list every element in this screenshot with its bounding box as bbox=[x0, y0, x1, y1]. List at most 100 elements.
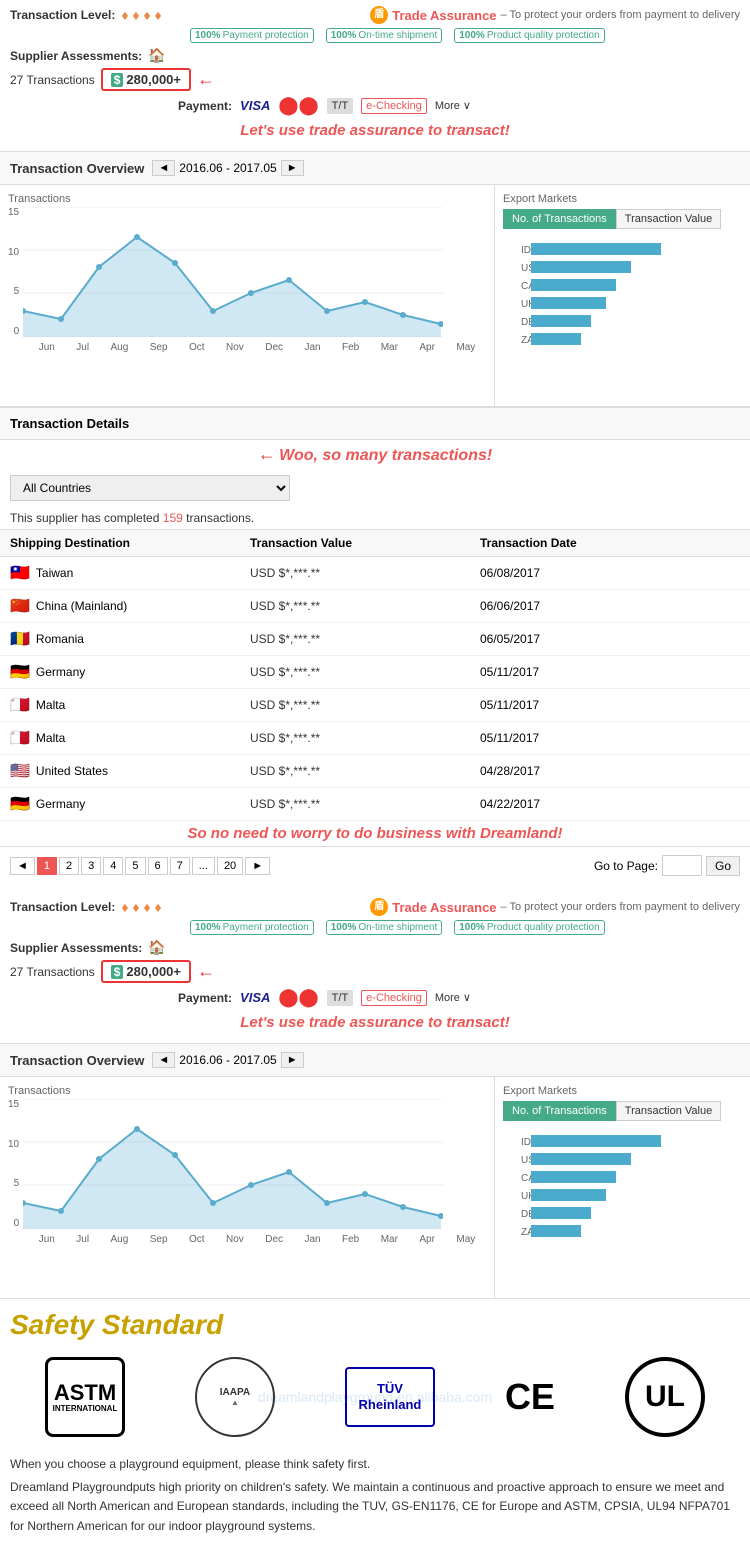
tab-no-transactions[interactable]: No. of Transactions bbox=[503, 209, 616, 229]
amount-badge: $ 280,000+ bbox=[101, 68, 191, 91]
quality-protection-badge-b: 100% Product quality protection bbox=[454, 920, 604, 935]
chart-tabs[interactable]: No. of Transactions Transaction Value bbox=[503, 209, 742, 229]
payment-protection-badge-b: 100% Payment protection bbox=[190, 920, 314, 935]
country-select[interactable]: All Countries bbox=[10, 475, 290, 501]
transaction-value: USD $*,***.** bbox=[250, 566, 480, 580]
country-name: Romania bbox=[36, 632, 84, 646]
diamond-icons-bottom: ♦ ♦ ♦ ♦ bbox=[121, 899, 161, 915]
date-nav-bottom[interactable]: ◄ 2016.06 - 2017.05 ► bbox=[152, 1052, 303, 1068]
transaction-value: USD $*,***.** bbox=[250, 764, 480, 778]
diamond-icons: ♦ ♦ ♦ ♦ bbox=[121, 7, 161, 23]
transaction-value: USD $*,***.** bbox=[250, 731, 480, 745]
page-6-btn[interactable]: 6 bbox=[148, 857, 168, 875]
more-payment-btn[interactable]: More ∨ bbox=[435, 99, 471, 112]
next-date-btn[interactable]: ► bbox=[281, 160, 304, 176]
goto-btn[interactable]: Go bbox=[706, 856, 740, 876]
page-20-btn[interactable]: 20 bbox=[217, 857, 243, 875]
promo-text-top: Let's use trade assurance to transact! bbox=[10, 122, 740, 139]
overview-title-bottom: Transaction Overview bbox=[10, 1053, 144, 1068]
transactions-count-row: 27 Transactions $ 280,000+ ← bbox=[10, 68, 740, 91]
home-icon-bottom: 🏠 bbox=[148, 939, 165, 956]
page-buttons[interactable]: ◄ 1 2 3 4 5 6 7 ... 20 ► bbox=[10, 857, 270, 875]
trade-assurance-label: Trade Assurance bbox=[392, 8, 496, 23]
tab-transaction-value-bottom[interactable]: Transaction Value bbox=[616, 1101, 721, 1121]
page-7-btn[interactable]: 7 bbox=[170, 857, 190, 875]
transaction-overview-bottom: Transaction Overview ◄ 2016.06 - 2017.05… bbox=[0, 1044, 750, 1299]
page-2-btn[interactable]: 2 bbox=[59, 857, 79, 875]
transactions-count-label-bottom: 27 Transactions bbox=[10, 965, 95, 979]
table-row: 🇩🇪Germany USD $*,***.** 05/11/2017 bbox=[0, 656, 750, 689]
pagination[interactable]: ◄ 1 2 3 4 5 6 7 ... 20 ► Go to Page: Go bbox=[0, 846, 750, 884]
country-name: Malta bbox=[36, 698, 65, 712]
bar-chart-svg-bottom: ID US CA UK DE ZA bbox=[503, 1127, 703, 1287]
table-row: 🇹🇼Taiwan USD $*,***.** 06/08/2017 bbox=[0, 557, 750, 590]
tt-payment: T/T bbox=[327, 98, 354, 114]
quality-protection-badge: 100% Product quality protection bbox=[454, 28, 604, 43]
supplier-assessments-label-bottom: Supplier Assessments: bbox=[10, 941, 142, 955]
ul-logo: UL bbox=[625, 1357, 705, 1437]
safety-text: When you choose a playground equipment, … bbox=[0, 1447, 750, 1548]
page-3-btn[interactable]: 3 bbox=[81, 857, 101, 875]
line-chart-svg-bottom bbox=[23, 1099, 443, 1229]
transactions-info: This supplier has completed 159 transact… bbox=[0, 507, 750, 529]
prev-page-btn[interactable]: ◄ bbox=[10, 857, 35, 875]
table-row: 🇨🇳China (Mainland) USD $*,***.** 06/06/2… bbox=[0, 590, 750, 623]
chart-tabs-bottom[interactable]: No. of Transactions Transaction Value bbox=[503, 1101, 742, 1121]
transactions-count-link[interactable]: 159 bbox=[163, 511, 183, 525]
tab-transaction-value[interactable]: Transaction Value bbox=[616, 209, 721, 229]
country-name: Malta bbox=[36, 731, 65, 745]
x-axis-labels: JunJulAugSepOctNovDecJanFebMarAprMay bbox=[8, 342, 486, 353]
export-markets-label-bottom: Export Markets bbox=[503, 1085, 742, 1097]
payment-protection-badge: 100% Payment protection bbox=[190, 28, 314, 43]
transaction-date: 06/06/2017 bbox=[480, 599, 710, 613]
export-markets-label: Export Markets bbox=[503, 193, 742, 205]
transaction-level-label-bottom: Transaction Level: bbox=[10, 900, 115, 914]
supplier-assessments-row: Supplier Assessments: 🏠 bbox=[10, 47, 740, 64]
completed-text: This supplier has completed bbox=[10, 511, 159, 525]
flag-icon: 🇩🇪 bbox=[10, 794, 30, 814]
goto-label: Go to Page: bbox=[594, 859, 658, 873]
page-1-btn[interactable]: 1 bbox=[37, 857, 57, 875]
dollar-icon-bottom: $ bbox=[111, 965, 124, 979]
chart-body-bottom bbox=[23, 1099, 486, 1232]
arrow-left-icon-bottom: ← bbox=[197, 961, 215, 982]
woo-arrow: ← Woo, so many transactions! bbox=[0, 440, 750, 469]
table-row: 🇲🇹Malta USD $*,***.** 05/11/2017 bbox=[0, 689, 750, 722]
visa-icon-bottom: VISA bbox=[240, 990, 270, 1005]
filter-row[interactable]: All Countries bbox=[0, 469, 750, 507]
seller-support: 盾 Trade Assurance – To protect your orde… bbox=[370, 6, 740, 24]
transaction-date: 04/22/2017 bbox=[480, 797, 710, 811]
iaapa-logo: IAAPA ▲ bbox=[195, 1357, 275, 1437]
tt-payment-bottom: T/T bbox=[327, 990, 354, 1006]
safety-text-1: When you choose a playground equipment, … bbox=[10, 1455, 740, 1474]
supplier-assessments-row-bottom: Supplier Assessments: 🏠 bbox=[10, 939, 740, 956]
arrow-left-icon: ← bbox=[197, 69, 215, 90]
ce-logo: CE bbox=[505, 1376, 555, 1418]
prev-date-btn[interactable]: ◄ bbox=[152, 160, 175, 176]
table-header: Shipping Destination Transaction Value T… bbox=[0, 529, 750, 557]
date-range: 2016.06 - 2017.05 bbox=[179, 161, 276, 175]
page-4-btn[interactable]: 4 bbox=[103, 857, 123, 875]
goto-row[interactable]: Go to Page: Go bbox=[594, 855, 740, 876]
next-date-btn-bottom[interactable]: ► bbox=[281, 1052, 304, 1068]
goto-input[interactable] bbox=[662, 855, 702, 876]
page-5-btn[interactable]: 5 bbox=[125, 857, 145, 875]
more-payment-btn-bottom[interactable]: More ∨ bbox=[435, 991, 471, 1004]
transaction-value: USD $*,***.** bbox=[250, 665, 480, 679]
prev-date-btn-bottom[interactable]: ◄ bbox=[152, 1052, 175, 1068]
seller-support-bottom: 盾 Trade Assurance – To protect your orde… bbox=[370, 898, 740, 916]
col-date: Transaction Date bbox=[480, 536, 710, 550]
tab-no-transactions-bottom[interactable]: No. of Transactions bbox=[503, 1101, 616, 1121]
next-page-btn[interactable]: ► bbox=[245, 857, 270, 875]
promo-text-bottom: Let's use trade assurance to transact! bbox=[10, 1014, 740, 1031]
country-name: Taiwan bbox=[36, 566, 73, 580]
transaction-date: 05/11/2017 bbox=[480, 698, 710, 712]
flag-icon: 🇩🇪 bbox=[10, 662, 30, 682]
tuv-logo: TÜVRheinland bbox=[345, 1367, 435, 1427]
date-nav[interactable]: ◄ 2016.06 - 2017.05 ► bbox=[152, 160, 303, 176]
line-chart-area-bottom: Transactions 151050 bbox=[0, 1077, 495, 1298]
country-name: China (Mainland) bbox=[36, 599, 127, 613]
echecking-payment: e-Checking bbox=[361, 98, 427, 114]
echecking-payment-bottom: e-Checking bbox=[361, 990, 427, 1006]
transactions-count-row-bottom: 27 Transactions $ 280,000+ ← bbox=[10, 960, 740, 983]
